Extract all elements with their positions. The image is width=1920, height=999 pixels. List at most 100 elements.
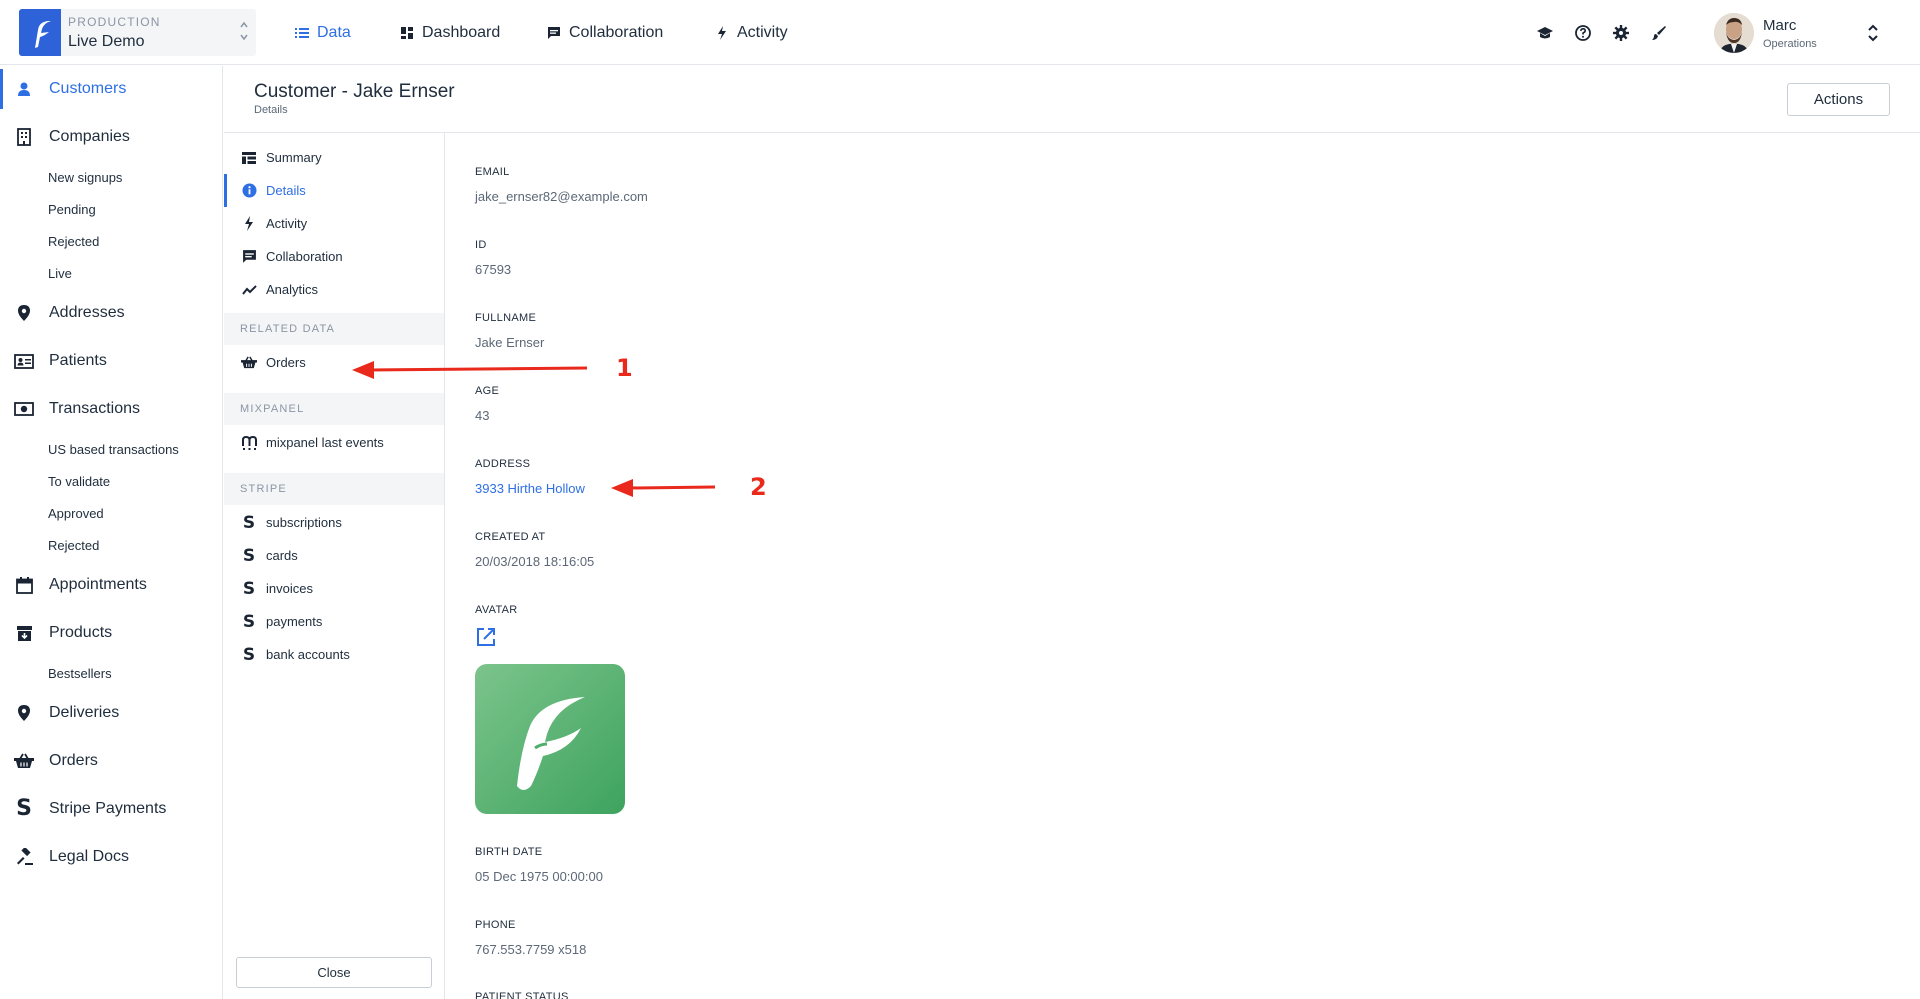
sidebar-item-addresses[interactable]: Addresses — [0, 293, 222, 333]
panel-item-payments[interactable]: S payments — [224, 605, 444, 638]
bolt-icon — [241, 216, 257, 232]
stripe-icon: S — [242, 578, 256, 599]
panel-item-label: Details — [266, 183, 306, 198]
actions-button[interactable]: Actions — [1787, 83, 1890, 116]
panel-item-label: payments — [266, 614, 323, 629]
panel-item-label: subscriptions — [266, 515, 342, 530]
tab-collaboration-label: Collaboration — [569, 23, 664, 41]
sidebar-subitem-live[interactable]: Live — [48, 266, 72, 281]
sidebar-item-stripe-payments[interactable]: S Stripe Payments — [0, 789, 222, 829]
user-avatar[interactable] — [1714, 13, 1754, 53]
panel-item-label: Analytics — [266, 282, 319, 297]
list-icon — [295, 27, 309, 38]
panel-item-collaboration[interactable]: Collaboration — [224, 240, 444, 273]
page-subtitle: Details — [254, 104, 288, 116]
field-value-created-at: 20/03/2018 18:16:05 — [475, 554, 595, 569]
sidebar-item-label: Products — [49, 624, 113, 641]
field-label-email: EMAIL — [475, 166, 510, 178]
page-title: Customer - Jake Ernser — [254, 81, 455, 102]
panel-item-mixpanel-last-events[interactable]: mixpanel last events — [224, 426, 444, 459]
comment-icon — [548, 26, 560, 39]
dashboard-icon — [401, 26, 413, 39]
stripe-icon: S — [242, 611, 256, 632]
sidebar-subitem-us-based-transactions[interactable]: US based transactions — [48, 442, 179, 457]
sidebar-item-label: Addresses — [49, 304, 125, 321]
sidebar-item-transactions[interactable]: Transactions — [0, 389, 222, 429]
stripe-icon: S — [242, 644, 256, 665]
customer-avatar-image — [475, 664, 625, 814]
forest-logo-icon — [19, 9, 61, 56]
graduation-cap-icon[interactable] — [1536, 24, 1554, 42]
sidebar-item-label: Stripe Payments — [49, 800, 167, 817]
paint-brush-icon[interactable] — [1650, 24, 1668, 42]
archive-box-icon — [14, 623, 34, 643]
sidebar-subitem-pending[interactable]: Pending — [48, 202, 96, 217]
tab-dashboard[interactable]: Dashboard — [400, 0, 500, 65]
sidebar-item-legal-docs[interactable]: Legal Docs — [0, 837, 222, 877]
panel-item-subscriptions[interactable]: S subscriptions — [224, 506, 444, 539]
panel-item-summary[interactable]: Summary — [224, 141, 444, 174]
panel-item-cards[interactable]: S cards — [224, 539, 444, 572]
sidebar-item-customers[interactable]: Customers — [0, 69, 222, 109]
panel-item-invoices[interactable]: S invoices — [224, 572, 444, 605]
sidebar-item-patients[interactable]: Patients — [0, 341, 222, 381]
section-related-data: RELATED DATA — [224, 313, 444, 345]
panel-item-label: Summary — [266, 150, 322, 165]
field-label-phone: PHONE — [475, 919, 516, 931]
field-value-address-link[interactable]: 3933 Hirthe Hollow — [475, 481, 585, 496]
sidebar-subitem-bestsellers[interactable]: Bestsellers — [48, 666, 112, 681]
environment-label: PRODUCTION — [68, 15, 161, 29]
sidebar-item-label: Deliveries — [49, 704, 120, 721]
field-label-address: ADDRESS — [475, 458, 531, 470]
tab-dashboard-label: Dashboard — [422, 23, 501, 41]
sidebar: Customers Companies New signups Pending … — [0, 66, 223, 999]
sidebar-item-products[interactable]: Products — [0, 613, 222, 653]
stripe-icon: S — [242, 545, 256, 566]
chevron-updown-icon[interactable] — [1866, 22, 1880, 44]
building-icon — [14, 127, 34, 147]
panel-item-activity[interactable]: Activity — [224, 207, 444, 240]
field-value-phone: 767.553.7759 x518 — [475, 942, 587, 957]
sidebar-subitem-rejected[interactable]: Rejected — [48, 538, 99, 553]
tab-activity[interactable]: Activity — [715, 0, 788, 65]
gear-icon[interactable] — [1612, 24, 1630, 42]
top-bar: PRODUCTION Live Demo Data Dashboard Coll… — [0, 0, 1920, 65]
panel-item-label: Activity — [266, 216, 308, 231]
field-value-email: jake_ernser82@example.com — [475, 189, 648, 204]
money-icon — [14, 399, 34, 419]
tab-collaboration[interactable]: Collaboration — [547, 0, 663, 65]
field-value-age: 43 — [475, 408, 490, 423]
sidebar-item-companies[interactable]: Companies — [0, 117, 222, 157]
external-link-icon[interactable] — [475, 626, 497, 648]
field-label-created-at: CREATED AT — [475, 531, 546, 543]
sidebar-subitem-rejected[interactable]: Rejected — [48, 234, 99, 249]
close-button[interactable]: Close — [236, 957, 432, 988]
sidebar-item-label: Appointments — [49, 576, 147, 593]
panel-item-analytics[interactable]: Analytics — [224, 273, 444, 306]
tab-activity-label: Activity — [737, 23, 788, 41]
sidebar-subitem-new-signups[interactable]: New signups — [48, 170, 122, 185]
sidebar-subitem-approved[interactable]: Approved — [48, 506, 104, 521]
tab-data-label: Data — [317, 23, 351, 41]
help-circle-icon[interactable] — [1574, 24, 1592, 42]
sidebar-subitem-to-validate[interactable]: To validate — [48, 474, 110, 489]
chevron-updown-icon — [239, 19, 249, 46]
field-value-birth-date: 05 Dec 1975 00:00:00 — [475, 869, 603, 884]
section-stripe: STRIPE — [224, 473, 444, 505]
user-name[interactable]: Marc — [1763, 17, 1796, 34]
sidebar-item-label: Transactions — [49, 400, 140, 417]
panel-item-bank-accounts[interactable]: S bank accounts — [224, 638, 444, 671]
sidebar-item-deliveries[interactable]: Deliveries — [0, 693, 222, 733]
stripe-icon: S — [16, 796, 32, 821]
panel-item-orders[interactable]: Orders — [224, 346, 444, 379]
panel-item-details[interactable]: Details — [224, 174, 444, 207]
basket-icon — [241, 355, 257, 371]
tab-data[interactable]: Data — [295, 0, 351, 65]
sidebar-item-orders[interactable]: Orders — [0, 741, 222, 781]
sidebar-item-appointments[interactable]: Appointments — [0, 565, 222, 605]
field-label-avatar: AVATAR — [475, 604, 518, 616]
person-icon — [14, 79, 34, 99]
field-label-birth-date: BIRTH DATE — [475, 846, 543, 858]
environment-switcher[interactable]: PRODUCTION Live Demo — [19, 9, 256, 56]
sidebar-item-label: Customers — [49, 80, 127, 97]
